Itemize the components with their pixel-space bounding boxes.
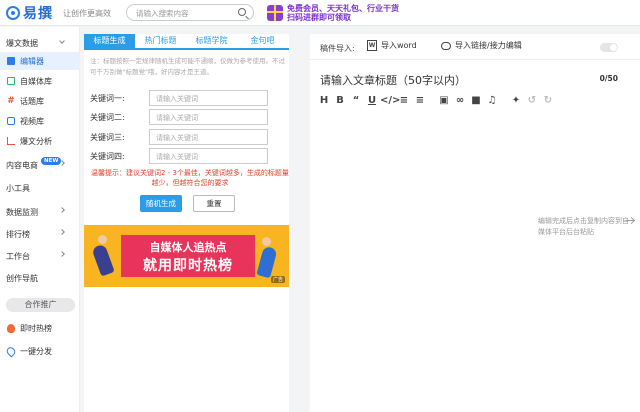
new-badge: NEW (41, 157, 62, 165)
promo-banner[interactable]: 免费会员、天天礼包、行业干货 扫码进群即可领取 (267, 2, 399, 24)
editor-toggle[interactable] (600, 43, 618, 52)
location-pin-icon (4, 344, 18, 358)
chevron-right-icon (59, 229, 65, 235)
sidebar-item-video-library[interactable]: 视频库 (0, 112, 80, 130)
sidebar-item-hot-data[interactable]: 爆文数据 (0, 34, 80, 52)
sidebar-item-hot-list[interactable]: 即时热榜 (0, 319, 80, 337)
format-toolbar: H B “ U </> ≡ ≡ ▣ ∞ ■ ♫ ✦ ↺ ↻ (316, 94, 556, 108)
sidebar-item-editor[interactable]: 编辑器 (0, 52, 80, 70)
sidebar-item-ranking[interactable]: 排行榜 (0, 225, 80, 243)
logo-text: 易撰 (23, 6, 53, 22)
sidebar-item-hot-analysis[interactable]: 爆文分析 (0, 132, 80, 150)
promo-line-2: 扫码进群即可领取 (287, 13, 351, 22)
gift-icon (267, 5, 283, 21)
undo-icon[interactable]: ↺ (524, 94, 540, 108)
search-icon[interactable] (238, 8, 246, 16)
keyword-row-4: 关键词四: 请输入关键词 (90, 148, 290, 164)
bold-icon[interactable]: B (332, 94, 348, 108)
keyword-row-2: 关键词二: 请输入关键词 (90, 109, 290, 125)
search-box[interactable]: 请输入搜索内容 (126, 4, 254, 21)
sidebar-item-tools[interactable]: 小工具 (0, 179, 80, 197)
keyword-input-1[interactable]: 请输入关键词 (149, 90, 268, 106)
left-sidebar: 爆文数据 编辑器 自媒体库 # 话题库 视频库 爆文分析 内容电商 NEW 小工… (0, 27, 80, 412)
import-label: 稿件导入: (320, 44, 355, 53)
underline-icon[interactable]: U (364, 94, 380, 108)
tab-title-generate[interactable]: 标题生成 (84, 34, 135, 48)
tip-text: 温馨提示：建议关键词2 - 3个最佳，关键词越多，生成的标题量越少，但越符合您的… (91, 169, 289, 187)
keyword-input-4[interactable]: 请输入关键词 (149, 148, 268, 164)
editor-icon (7, 57, 15, 65)
search-input[interactable]: 请输入搜索内容 (136, 8, 189, 19)
tab-hot-titles[interactable]: 热门标题 (135, 34, 186, 48)
library-icon (7, 77, 15, 85)
toolbar-divider (428, 94, 436, 108)
toolbar-divider (500, 94, 508, 108)
chart-icon (7, 137, 15, 145)
article-title-input[interactable]: 请输入文章标题（50字以内） (320, 72, 466, 88)
ordered-list-icon[interactable]: ≡ (396, 94, 412, 108)
sidebar-item-creation-nav[interactable]: 创作导航 (0, 269, 80, 287)
slogan: 让创作更高效 (63, 9, 111, 18)
clear-format-icon[interactable]: ✦ (508, 94, 524, 108)
keyword-row-1: 关键词一: 请输入关键词 (90, 90, 290, 106)
random-generate-button[interactable]: 随机生成 (140, 195, 182, 212)
keyword-input-3[interactable]: 请输入关键词 (149, 129, 268, 145)
title-generator-panel: 标题生成 热门标题 标题学院 金句吧 注：标题按照一定规律随机生成可能不通顺，仅… (84, 34, 289, 412)
music-icon[interactable]: ♫ (484, 94, 500, 108)
code-icon[interactable]: </> (380, 94, 400, 108)
banner-figure-left-head (98, 235, 107, 244)
video-insert-icon[interactable]: ■ (468, 94, 484, 108)
video-icon (7, 117, 15, 125)
keyword-input-2[interactable]: 请输入关键词 (149, 109, 268, 125)
editor-import-bar: 稿件导入: W 导入word 导入链接/接力编辑 (310, 34, 640, 60)
sidebar-item-one-click-distribute[interactable]: 一键分发 (0, 342, 80, 360)
banner-figure-left (91, 243, 115, 277)
banner-figure-right-head (262, 237, 271, 246)
hashtag-icon: # (7, 96, 15, 106)
title-char-counter: 0/50 (599, 74, 618, 83)
title-tabs: 标题生成 热门标题 标题学院 金句吧 (84, 34, 289, 50)
chevron-right-icon (59, 251, 65, 257)
keyword-row-3: 关键词三: 请输入关键词 (90, 129, 290, 145)
flame-icon (7, 323, 15, 333)
tab-title-academy[interactable]: 标题学院 (186, 34, 237, 48)
chevron-right-icon (59, 160, 65, 166)
logo-icon (6, 6, 20, 20)
banner-line-2: 就用即时热榜 (143, 258, 233, 274)
heading-icon[interactable]: H (316, 94, 332, 108)
sidebar-item-topic-library[interactable]: # 话题库 (0, 92, 80, 110)
word-icon: W (367, 40, 377, 51)
import-link-button[interactable]: 导入链接/接力编辑 (441, 40, 522, 51)
article-editor: 稿件导入: W 导入word 导入链接/接力编辑 请输入文章标题（50字以内） … (310, 34, 640, 412)
link-icon (441, 41, 451, 50)
arrow-right-icon[interactable] (626, 220, 634, 221)
unordered-list-icon[interactable]: ≡ (412, 94, 428, 108)
top-bar: 易撰 让创作更高效 请输入搜索内容 免费会员、天天礼包、行业干货 扫码进群即可领… (0, 0, 640, 26)
redo-icon[interactable]: ↻ (540, 94, 556, 108)
generator-note: 注：标题按照一定规律随机生成可能不通顺，仅做为参考使用。不过可千万别做"标题党"… (90, 57, 285, 76)
ad-tag: 广告 (270, 276, 285, 283)
cooperation-button[interactable]: 合作推广 (6, 298, 75, 312)
quote-icon[interactable]: “ (348, 94, 364, 108)
reset-button[interactable]: 重置 (193, 195, 235, 212)
banner-figure-right (256, 245, 278, 279)
chevron-right-icon (59, 207, 65, 213)
sidebar-item-content-ecommerce[interactable]: 内容电商 NEW (0, 156, 80, 174)
image-icon[interactable]: ▣ (436, 94, 452, 108)
link-insert-icon[interactable]: ∞ (452, 94, 468, 108)
sidebar-item-media-library[interactable]: 自媒体库 (0, 72, 80, 90)
sidebar-item-data-monitor[interactable]: 数据监测 (0, 203, 80, 221)
chevron-down-icon (59, 38, 65, 44)
tab-golden-sentences[interactable]: 金句吧 (237, 34, 288, 48)
banner-line-1: 自媒体人追热点 (149, 241, 227, 254)
logo[interactable]: 易撰 (6, 3, 53, 23)
banner-card: 自媒体人追热点 就用即时热榜 (121, 235, 255, 277)
promo-line-1: 免费会员、天天礼包、行业干货 (287, 4, 399, 13)
import-word-button[interactable]: W 导入word (367, 40, 417, 51)
sidebar-item-workbench[interactable]: 工作台 (0, 247, 80, 265)
hot-list-banner[interactable]: 自媒体人追热点 就用即时热榜 广告 (84, 225, 289, 287)
copy-tip: 编辑完成后点击复制内容到自媒体平台后台粘贴 (538, 217, 629, 236)
